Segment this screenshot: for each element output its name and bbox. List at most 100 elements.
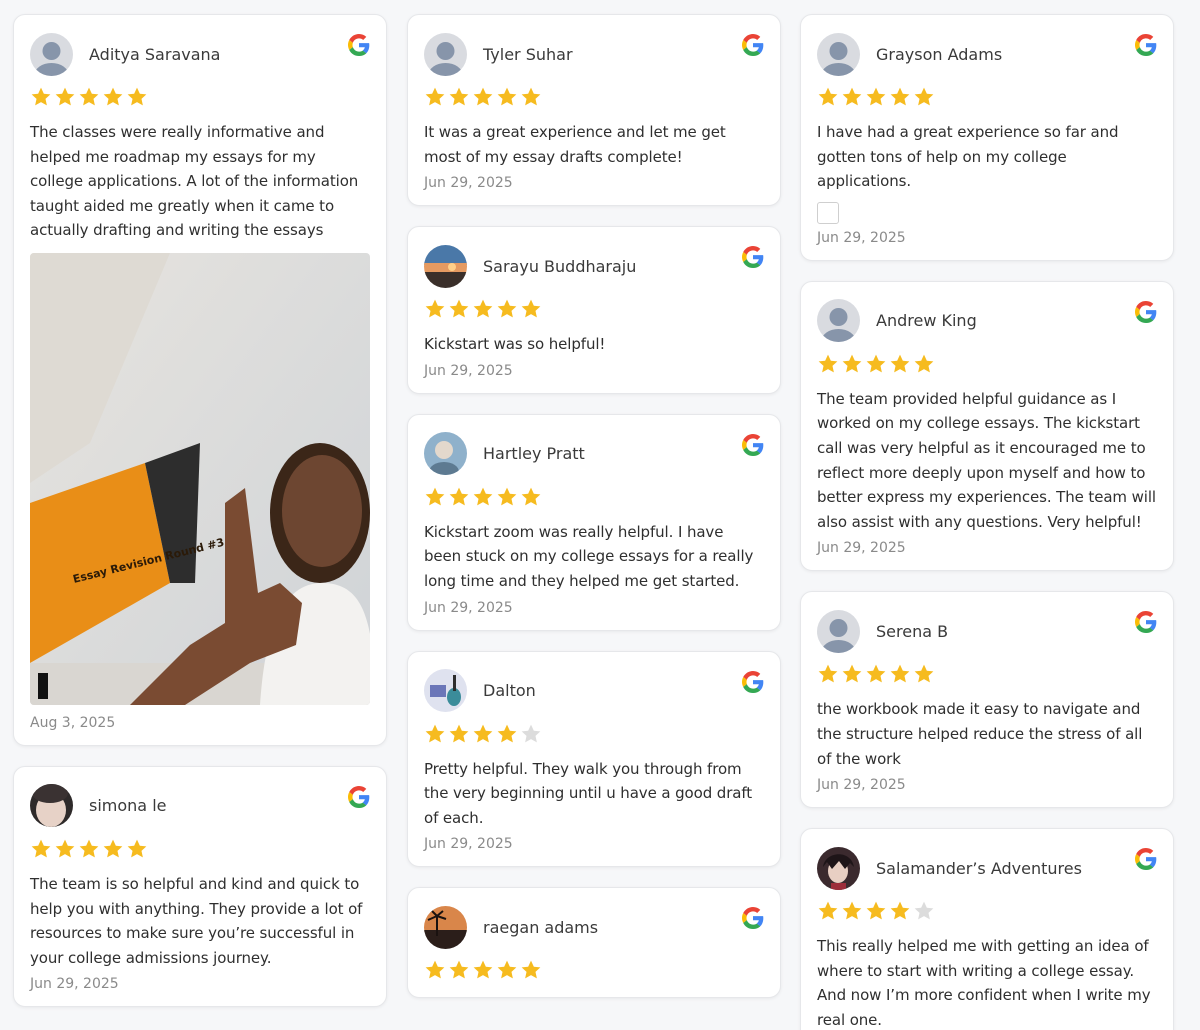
star-filled-icon [520, 959, 542, 981]
star-filled-icon [841, 663, 863, 685]
star-filled-icon [841, 900, 863, 922]
review-text: The classes were really informative and … [30, 123, 359, 240]
star-empty-icon [913, 900, 935, 922]
reviewer-name: Grayson Adams [876, 44, 1003, 64]
review-card[interactable]: Salamander’s Adventures This really help… [800, 828, 1174, 1030]
review-photo[interactable]: Essay Revision Round #3 [30, 252, 370, 705]
review-date: Jun 29, 2025 [817, 777, 906, 794]
review-text: The team is so helpful and kind and quic… [30, 874, 363, 967]
star-filled-icon [448, 959, 470, 981]
star-rating [30, 838, 370, 862]
palm-sunset-avatar [424, 905, 467, 949]
guitar-avatar [424, 669, 467, 713]
review-date: Jun 29, 2025 [424, 175, 513, 192]
star-rating [424, 86, 764, 110]
review-date: Jun 29, 2025 [424, 599, 513, 616]
star-filled-icon [448, 86, 470, 108]
star-filled-icon [472, 486, 494, 508]
google-icon [742, 34, 764, 56]
star-filled-icon [496, 486, 518, 508]
star-filled-icon [841, 353, 863, 375]
review-date: Jun 29, 2025 [817, 229, 906, 246]
star-filled-icon [913, 86, 935, 108]
review-text: This really helped me with getting an id… [817, 937, 1151, 1029]
star-filled-icon [448, 486, 470, 508]
review-card[interactable]: Tyler Suhar It was a great experience an… [407, 14, 781, 207]
default-avatar [817, 609, 860, 653]
review-card[interactable]: simona le The team is so helpful and kin… [13, 765, 387, 1008]
default-avatar [424, 32, 467, 76]
review-card[interactable]: Serena B the workbook made it easy to na… [800, 591, 1174, 809]
reviewer-name: Serena B [876, 621, 949, 641]
google-icon [1135, 300, 1157, 323]
google-icon [742, 433, 764, 456]
star-filled-icon [913, 353, 935, 375]
review-card[interactable]: raegan adams [407, 887, 781, 999]
reviewer-name: raegan adams [483, 917, 599, 937]
star-rating [424, 959, 764, 983]
reviewer-name: Aditya Saravana [89, 44, 221, 64]
review-text: Kickstart was so helpful! [424, 335, 606, 354]
star-filled-icon [424, 298, 446, 320]
google-icon [348, 34, 370, 56]
star-filled-icon [817, 900, 839, 922]
google-icon [742, 907, 764, 930]
star-empty-icon [520, 723, 542, 745]
star-filled-icon [30, 86, 52, 108]
star-filled-icon [424, 86, 446, 108]
reviewer-name: Hartley Pratt [483, 444, 585, 464]
reviewer-name: Dalton [483, 681, 536, 701]
star-filled-icon [865, 900, 887, 922]
google-icon [742, 246, 764, 269]
star-filled-icon [126, 838, 148, 860]
star-filled-icon [913, 663, 935, 685]
reviewer-name: simona le [89, 796, 167, 816]
star-filled-icon [126, 86, 148, 108]
star-filled-icon [472, 723, 494, 745]
sunset-avatar [424, 244, 467, 288]
reviewer-name: Salamander’s Adventures [876, 858, 1082, 878]
reviews-column: Aditya Saravana The classes were really … [13, 14, 387, 1027]
anime-avatar [817, 846, 860, 890]
google-icon [742, 670, 764, 693]
review-card[interactable]: Andrew King The team provided helpful gu… [800, 280, 1174, 572]
review-text: Kickstart zoom was really helpful. I hav… [424, 522, 754, 590]
reviewer-name: Andrew King [876, 311, 977, 331]
review-card[interactable]: Sarayu Buddharaju Kickstart was so helpf… [407, 226, 781, 394]
review-date: Jun 29, 2025 [817, 540, 906, 557]
photo-avatar [30, 784, 73, 828]
reviews-wall: Aditya Saravana The classes were really … [0, 0, 1200, 1030]
star-filled-icon [54, 86, 76, 108]
google-icon [348, 785, 370, 808]
review-card[interactable]: Hartley Pratt Kickstart zoom was really … [407, 413, 781, 631]
review-text: I have had a great experience so far and… [817, 123, 1119, 191]
star-rating [817, 663, 1157, 687]
star-filled-icon [448, 298, 470, 320]
star-filled-icon [472, 959, 494, 981]
star-rating [424, 723, 764, 747]
reviews-column: Tyler Suhar It was a great experience an… [407, 14, 781, 1018]
reviews-column: Grayson Adams I have had a great experie… [800, 14, 1174, 1030]
star-filled-icon [865, 86, 887, 108]
review-date: Jun 29, 2025 [30, 976, 119, 993]
review-card[interactable]: Aditya Saravana The classes were really … [13, 14, 387, 746]
review-text: Pretty helpful. They walk you through fr… [424, 759, 753, 827]
review-card[interactable]: Dalton Pretty helpful. They walk you thr… [407, 650, 781, 868]
star-filled-icon [102, 86, 124, 108]
star-filled-icon [496, 959, 518, 981]
star-filled-icon [889, 663, 911, 685]
star-filled-icon [496, 86, 518, 108]
google-icon [1135, 34, 1157, 56]
star-filled-icon [520, 86, 542, 108]
star-filled-icon [865, 663, 887, 685]
star-filled-icon [889, 900, 911, 922]
image-placeholder[interactable] [817, 201, 839, 224]
google-icon [1135, 848, 1157, 871]
star-filled-icon [424, 959, 446, 981]
review-card[interactable]: Grayson Adams I have had a great experie… [800, 14, 1174, 261]
star-filled-icon [424, 723, 446, 745]
star-filled-icon [102, 838, 124, 860]
star-filled-icon [817, 353, 839, 375]
default-avatar [30, 32, 73, 76]
star-filled-icon [865, 353, 887, 375]
